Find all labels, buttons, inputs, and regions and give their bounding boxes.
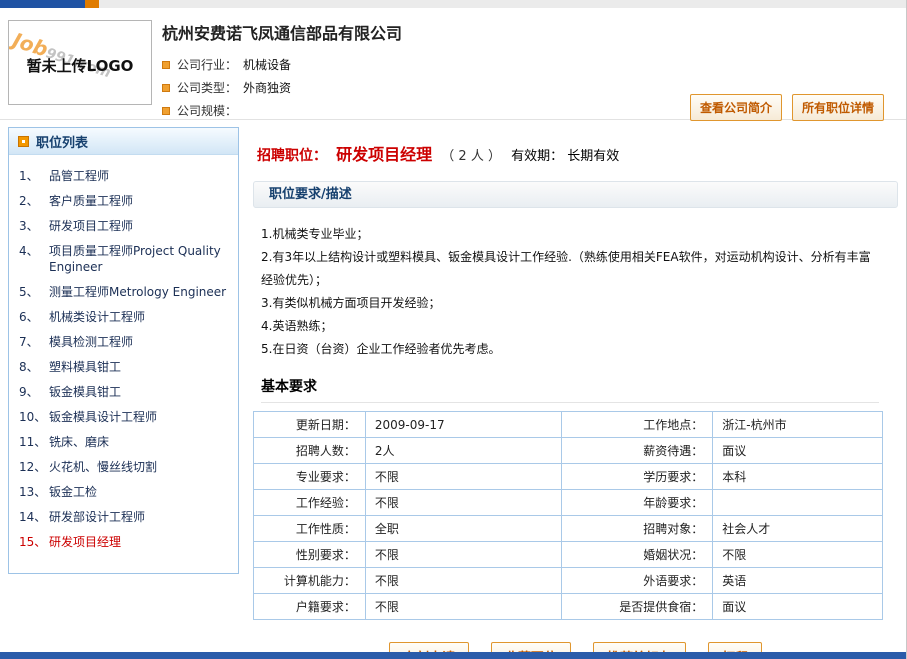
basic-requirements-header: 基本要求 bbox=[261, 376, 879, 403]
page: Job991.com 暂未上传LOGO 杭州安费诺飞凤通信部品有限公司 公司行业… bbox=[0, 0, 907, 659]
job-title: 研发项目经理 bbox=[336, 145, 432, 164]
accent-segment-gray bbox=[99, 0, 906, 8]
table-row: 性别要求： 不限 婚姻状况： 不限 bbox=[254, 542, 883, 568]
logo-placeholder-text: 暂未上传LOGO bbox=[9, 55, 151, 76]
sidebar-job-item[interactable]: 3、研发项目工程师 bbox=[19, 218, 232, 234]
table-row: 招聘人数： 2人 薪资待遇： 面议 bbox=[254, 438, 883, 464]
requirements-table: 更新日期： 2009-09-17 工作地点： 浙江-杭州市 招聘人数： 2人 薪… bbox=[253, 411, 883, 620]
content: 职位列表 1、品管工程师 2、客户质量工程师 3、研发项目工程师 4、项目质量工… bbox=[0, 120, 906, 659]
bottom-accent-bar bbox=[0, 652, 906, 659]
description-line: 4.英语熟练； bbox=[261, 315, 873, 338]
all-positions-button[interactable]: 所有职位详情 bbox=[792, 94, 884, 121]
bullet-icon bbox=[162, 84, 170, 92]
sidebar-job-item[interactable]: 8、塑料模具钳工 bbox=[19, 359, 232, 375]
job-description-section-header: 职位要求/描述 bbox=[253, 181, 898, 208]
company-industry-row: 公司行业： 机械设备 bbox=[162, 53, 906, 76]
sidebar-job-item[interactable]: 13、钣金工检 bbox=[19, 484, 232, 500]
sidebar-job-item[interactable]: 7、模具检测工程师 bbox=[19, 334, 232, 350]
job-title-line: 招聘职位： 研发项目经理 （ 2 人 ） 有效期： 长期有效 bbox=[257, 141, 898, 165]
description-line: 1.机械类专业毕业； bbox=[261, 223, 873, 246]
sidebar-job-item[interactable]: 1、品管工程师 bbox=[19, 168, 232, 184]
sidebar-job-item[interactable]: 10、钣金模具设计工程师 bbox=[19, 409, 232, 425]
accent-segment-blue bbox=[0, 0, 85, 8]
list-bullet-icon bbox=[18, 136, 29, 147]
view-company-profile-button[interactable]: 查看公司简介 bbox=[690, 94, 782, 121]
top-accent-bar bbox=[0, 0, 906, 8]
description-line: 3.有类似机械方面项目开发经验； bbox=[261, 292, 873, 315]
sidebar-job-item[interactable]: 12、火花机、慢丝线切割 bbox=[19, 459, 232, 475]
bullet-icon bbox=[162, 107, 170, 115]
sidebar-job-item[interactable]: 2、客户质量工程师 bbox=[19, 193, 232, 209]
job-list-title: 职位列表 bbox=[36, 132, 88, 151]
job-label: 招聘职位： bbox=[257, 148, 327, 164]
sidebar-job-item[interactable]: 9、钣金模具钳工 bbox=[19, 384, 232, 400]
table-row: 工作性质： 全职 招聘对象： 社会人才 bbox=[254, 516, 883, 542]
table-row: 专业要求： 不限 学历要求： 本科 bbox=[254, 464, 883, 490]
bullet-icon bbox=[162, 61, 170, 69]
job-count: （ 2 人 ） bbox=[441, 149, 501, 164]
table-row: 更新日期： 2009-09-17 工作地点： 浙江-杭州市 bbox=[254, 412, 883, 438]
sidebar-job-item-current[interactable]: 15、研发项目经理 bbox=[19, 534, 232, 550]
accent-segment-orange bbox=[85, 0, 99, 8]
company-header: Job991.com 暂未上传LOGO 杭州安费诺飞凤通信部品有限公司 公司行业… bbox=[0, 8, 906, 120]
job-list-sidebar: 职位列表 1、品管工程师 2、客户质量工程师 3、研发项目工程师 4、项目质量工… bbox=[8, 127, 239, 574]
table-row: 计算机能力： 不限 外语要求： 英语 bbox=[254, 568, 883, 594]
description-line: 2.有3年以上结构设计或塑料模具、钣金模具设计工作经验.（熟练使用相关FEA软件… bbox=[261, 246, 873, 292]
description-line: 5.在日资（台资）企业工作经验者优先考虑。 bbox=[261, 338, 873, 361]
sidebar-job-item[interactable]: 6、机械类设计工程师 bbox=[19, 309, 232, 325]
validity-label: 有效期： bbox=[511, 149, 563, 164]
job-detail-panel: 招聘职位： 研发项目经理 （ 2 人 ） 有效期： 长期有效 职位要求/描述 1… bbox=[239, 127, 898, 659]
sidebar-job-item[interactable]: 4、项目质量工程师Project Quality Engineer bbox=[19, 243, 232, 275]
job-description: 1.机械类专业毕业； 2.有3年以上结构设计或塑料模具、钣金模具设计工作经验.（… bbox=[261, 223, 873, 361]
validity-value: 长期有效 bbox=[567, 149, 619, 164]
sidebar-job-item[interactable]: 11、铣床、磨床 bbox=[19, 434, 232, 450]
job-list: 1、品管工程师 2、客户质量工程师 3、研发项目工程师 4、项目质量工程师Pro… bbox=[9, 155, 238, 573]
company-logo-placeholder: Job991.com 暂未上传LOGO bbox=[8, 20, 152, 105]
sidebar-job-item[interactable]: 5、测量工程师Metrology Engineer bbox=[19, 284, 232, 300]
header-buttons: 查看公司简介 所有职位详情 bbox=[690, 94, 884, 121]
job-list-header: 职位列表 bbox=[9, 128, 238, 155]
company-name: 杭州安费诺飞凤通信部品有限公司 bbox=[162, 20, 906, 44]
table-row: 户籍要求： 不限 是否提供食宿： 面议 bbox=[254, 594, 883, 620]
sidebar-job-item[interactable]: 14、研发部设计工程师 bbox=[19, 509, 232, 525]
table-row: 工作经验： 不限 年龄要求： bbox=[254, 490, 883, 516]
